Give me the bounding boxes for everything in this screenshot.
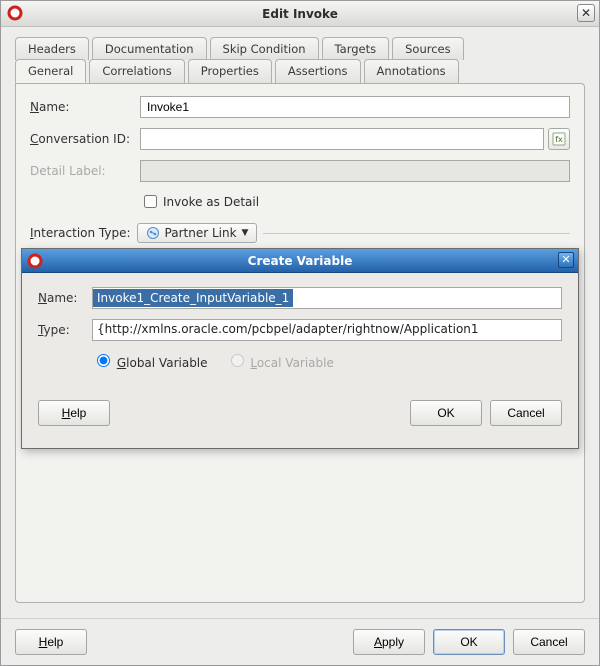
- tabs-row-2: General Correlations Properties Assertio…: [15, 59, 585, 83]
- tab-correlations[interactable]: Correlations: [89, 59, 184, 83]
- svg-text:fx: fx: [555, 135, 563, 144]
- tab-skip-condition[interactable]: Skip Condition: [210, 37, 319, 60]
- chevron-down-icon: ▼: [242, 228, 249, 238]
- name-input[interactable]: [140, 96, 570, 118]
- conversation-input[interactable]: [140, 128, 544, 150]
- oracle-icon: [27, 253, 43, 269]
- tab-annotations[interactable]: Annotations: [364, 59, 459, 83]
- inner-titlebar: Create Variable ✕: [22, 249, 578, 273]
- ok-button[interactable]: OK: [433, 629, 505, 655]
- tab-assertions[interactable]: Assertions: [275, 59, 361, 83]
- var-name-row: Name: Invoke1_Create_InputVariable_1: [38, 287, 562, 309]
- tab-documentation[interactable]: Documentation: [92, 37, 207, 60]
- var-name-value: Invoke1_Create_InputVariable_1: [93, 289, 293, 307]
- window-title: Edit Invoke: [262, 7, 338, 21]
- global-variable-radio[interactable]: Global Variable: [92, 351, 208, 370]
- var-type-input[interactable]: {http://xmlns.oracle.com/pcbpel/adapter/…: [92, 319, 562, 341]
- tab-targets[interactable]: Targets: [322, 37, 390, 60]
- detail-input: [140, 160, 570, 182]
- var-type-label: Type:: [38, 323, 92, 337]
- close-icon[interactable]: ✕: [577, 4, 595, 22]
- interaction-type-value: Partner Link: [165, 226, 237, 240]
- name-row: Name:: [30, 96, 570, 118]
- scope-radio-row: Global Variable Local Variable: [92, 351, 562, 370]
- detail-label: Detail Label:: [30, 164, 140, 178]
- tab-properties[interactable]: Properties: [188, 59, 272, 83]
- interaction-type-label: Interaction Type:: [30, 226, 131, 240]
- tab-general[interactable]: General: [15, 59, 86, 83]
- footer-button-bar: Help Apply OK Cancel: [1, 618, 599, 665]
- interaction-type-dropdown[interactable]: Partner Link ▼: [137, 223, 258, 243]
- inner-body: Name: Invoke1_Create_InputVariable_1 Typ…: [22, 273, 578, 448]
- close-icon[interactable]: ✕: [558, 252, 574, 268]
- conversation-row: Conversation ID: fx: [30, 128, 570, 150]
- expression-builder-icon[interactable]: fx: [548, 128, 570, 150]
- var-type-row: Type: {http://xmlns.oracle.com/pcbpel/ad…: [38, 319, 562, 341]
- invoke-as-detail-row: Invoke as Detail: [140, 192, 570, 211]
- inner-title: Create Variable: [248, 254, 353, 268]
- invoke-as-detail-label: Invoke as Detail: [163, 195, 259, 209]
- var-name-input[interactable]: Invoke1_Create_InputVariable_1: [92, 287, 562, 309]
- create-variable-dialog: Create Variable ✕ Name: Invoke1_Create_I…: [21, 248, 579, 449]
- name-label: Name:: [30, 100, 140, 114]
- inner-ok-button[interactable]: OK: [410, 400, 482, 426]
- cancel-button[interactable]: Cancel: [513, 629, 585, 655]
- local-variable-radio: Local Variable: [226, 351, 334, 370]
- interaction-type-row: Interaction Type: Partner Link ▼: [30, 223, 570, 243]
- titlebar: Edit Invoke ✕: [1, 1, 599, 27]
- help-button[interactable]: Help: [15, 629, 87, 655]
- var-name-label: Name:: [38, 291, 92, 305]
- inner-cancel-button[interactable]: Cancel: [490, 400, 562, 426]
- inner-help-button[interactable]: Help: [38, 400, 110, 426]
- tab-headers[interactable]: Headers: [15, 37, 89, 60]
- apply-button[interactable]: Apply: [353, 629, 425, 655]
- conversation-label: Conversation ID:: [30, 132, 140, 146]
- tabs-row-1: Headers Documentation Skip Condition Tar…: [15, 37, 585, 60]
- tab-sources[interactable]: Sources: [392, 37, 464, 60]
- inner-button-bar: Help OK Cancel: [38, 400, 562, 438]
- detail-row: Detail Label:: [30, 160, 570, 182]
- invoke-as-detail-checkbox[interactable]: [144, 195, 157, 208]
- oracle-icon: [7, 5, 23, 21]
